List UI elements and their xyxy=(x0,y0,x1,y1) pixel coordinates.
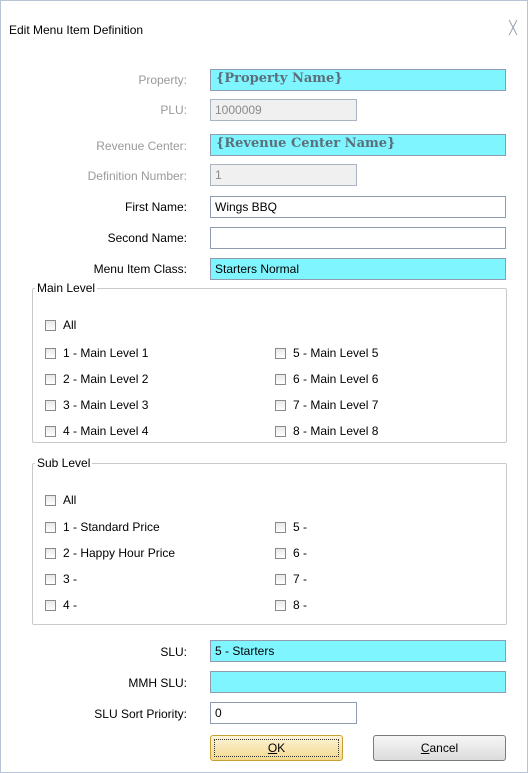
main-level-group: Main Level xyxy=(32,281,507,443)
checkbox-box[interactable] xyxy=(275,547,286,559)
checkbox-box[interactable] xyxy=(275,373,286,385)
checkbox-box[interactable] xyxy=(45,521,56,533)
main-level-1-checkbox[interactable]: 1 - Main Level 1 xyxy=(45,345,148,361)
checkbox-label: 5 - xyxy=(293,520,308,534)
checkbox-box[interactable] xyxy=(275,573,286,585)
revenue-center-label: Revenue Center: xyxy=(96,139,187,153)
cancel-button[interactable]: Cancel xyxy=(373,735,506,761)
checkbox-box[interactable] xyxy=(45,425,56,437)
main-level-7-checkbox[interactable]: 7 - Main Level 7 xyxy=(275,397,378,413)
sub-level-8-checkbox[interactable]: 8 - xyxy=(275,597,307,613)
slu-label: SLU: xyxy=(160,645,187,659)
main-level-all-checkbox[interactable]: All xyxy=(45,317,76,333)
slu-sort-priority-input[interactable]: 0 xyxy=(210,702,357,724)
main-level-6-checkbox[interactable]: 6 - Main Level 6 xyxy=(275,371,378,387)
sub-level-5-checkbox[interactable]: 5 - xyxy=(275,519,307,535)
definition-number-label: Definition Number: xyxy=(87,169,187,183)
second-name-input[interactable] xyxy=(210,227,506,249)
checkbox-box[interactable] xyxy=(45,573,56,585)
checkbox-box[interactable] xyxy=(275,521,286,533)
focus-rectangle xyxy=(214,739,339,757)
sub-level-group: Sub Level xyxy=(32,456,507,625)
slu-field[interactable]: 5 - Starters xyxy=(210,640,506,662)
checkbox-label: 1 - Main Level 1 xyxy=(63,346,149,360)
first-name-label: First Name: xyxy=(124,200,187,214)
revenue-center-field[interactable]: {Revenue Center Name} xyxy=(210,134,506,156)
checkbox-label: All xyxy=(63,493,77,507)
checkbox-label: 6 - Main Level 6 xyxy=(293,372,379,386)
sub-level-1-checkbox[interactable]: 1 - Standard Price xyxy=(45,519,160,535)
property-field[interactable]: {Property Name} xyxy=(210,69,506,91)
cancel-label-rest: ancel xyxy=(429,741,459,755)
checkbox-box[interactable] xyxy=(45,319,56,331)
checkbox-box[interactable] xyxy=(275,425,286,437)
checkbox-label: 5 - Main Level 5 xyxy=(293,346,379,360)
checkbox-label: 1 - Standard Price xyxy=(63,520,160,534)
checkbox-label: 7 - Main Level 7 xyxy=(293,398,379,412)
checkbox-box[interactable] xyxy=(275,347,286,359)
main-level-legend: Main Level xyxy=(37,281,96,295)
plu-field: 1000009 xyxy=(210,99,357,121)
checkbox-box[interactable] xyxy=(45,347,56,359)
menu-item-class-label: Menu Item Class: xyxy=(93,262,187,276)
checkbox-label: 8 - xyxy=(293,598,308,612)
property-label: Property: xyxy=(138,73,187,87)
main-level-2-checkbox[interactable]: 2 - Main Level 2 xyxy=(45,371,148,387)
plu-label: PLU: xyxy=(160,103,187,117)
checkbox-label: 7 - xyxy=(293,572,308,586)
definition-number-field: 1 xyxy=(210,164,357,186)
main-level-4-checkbox[interactable]: 4 - Main Level 4 xyxy=(45,423,148,439)
title-bar: Edit Menu Item Definition ╳ xyxy=(1,1,527,41)
checkbox-box[interactable] xyxy=(45,599,56,611)
sub-level-7-checkbox[interactable]: 7 - xyxy=(275,571,307,587)
checkbox-label: 6 - xyxy=(293,546,308,560)
sub-level-legend: Sub Level xyxy=(37,456,91,470)
second-name-label: Second Name: xyxy=(107,231,187,245)
checkbox-label: 2 - Happy Hour Price xyxy=(63,546,176,560)
checkbox-label: 8 - Main Level 8 xyxy=(293,424,379,438)
checkbox-label: 3 - xyxy=(63,572,78,586)
checkbox-box[interactable] xyxy=(45,399,56,411)
checkbox-label: All xyxy=(63,318,77,332)
close-icon[interactable]: ╳ xyxy=(505,20,521,36)
main-level-5-checkbox[interactable]: 5 - Main Level 5 xyxy=(275,345,378,361)
main-level-3-checkbox[interactable]: 3 - Main Level 3 xyxy=(45,397,148,413)
main-level-8-checkbox[interactable]: 8 - Main Level 8 xyxy=(275,423,378,439)
checkbox-box[interactable] xyxy=(275,399,286,411)
sub-level-6-checkbox[interactable]: 6 - xyxy=(275,545,307,561)
sub-level-all-checkbox[interactable]: All xyxy=(45,492,76,508)
checkbox-box[interactable] xyxy=(45,494,56,506)
dialog-window: Edit Menu Item Definition ╳ Property: {P… xyxy=(0,0,528,773)
checkbox-box[interactable] xyxy=(45,547,56,559)
checkbox-label: 3 - Main Level 3 xyxy=(63,398,149,412)
checkbox-box[interactable] xyxy=(275,599,286,611)
checkbox-label: 2 - Main Level 2 xyxy=(63,372,149,386)
sub-level-2-checkbox[interactable]: 2 - Happy Hour Price xyxy=(45,545,175,561)
mmh-slu-field[interactable] xyxy=(210,671,506,693)
checkbox-label: 4 - Main Level 4 xyxy=(63,424,149,438)
window-title: Edit Menu Item Definition xyxy=(9,23,144,37)
first-name-input[interactable]: Wings BBQ xyxy=(210,196,506,218)
ok-button[interactable]: OK xyxy=(210,735,343,761)
checkbox-label: 4 - xyxy=(63,598,78,612)
sub-level-4-checkbox[interactable]: 4 - xyxy=(45,597,77,613)
menu-item-class-field[interactable]: Starters Normal xyxy=(210,258,506,280)
mmh-slu-label: MMH SLU: xyxy=(128,676,187,690)
sub-level-3-checkbox[interactable]: 3 - xyxy=(45,571,77,587)
checkbox-box[interactable] xyxy=(45,373,56,385)
slu-sort-priority-label: SLU Sort Priority: xyxy=(94,707,187,721)
